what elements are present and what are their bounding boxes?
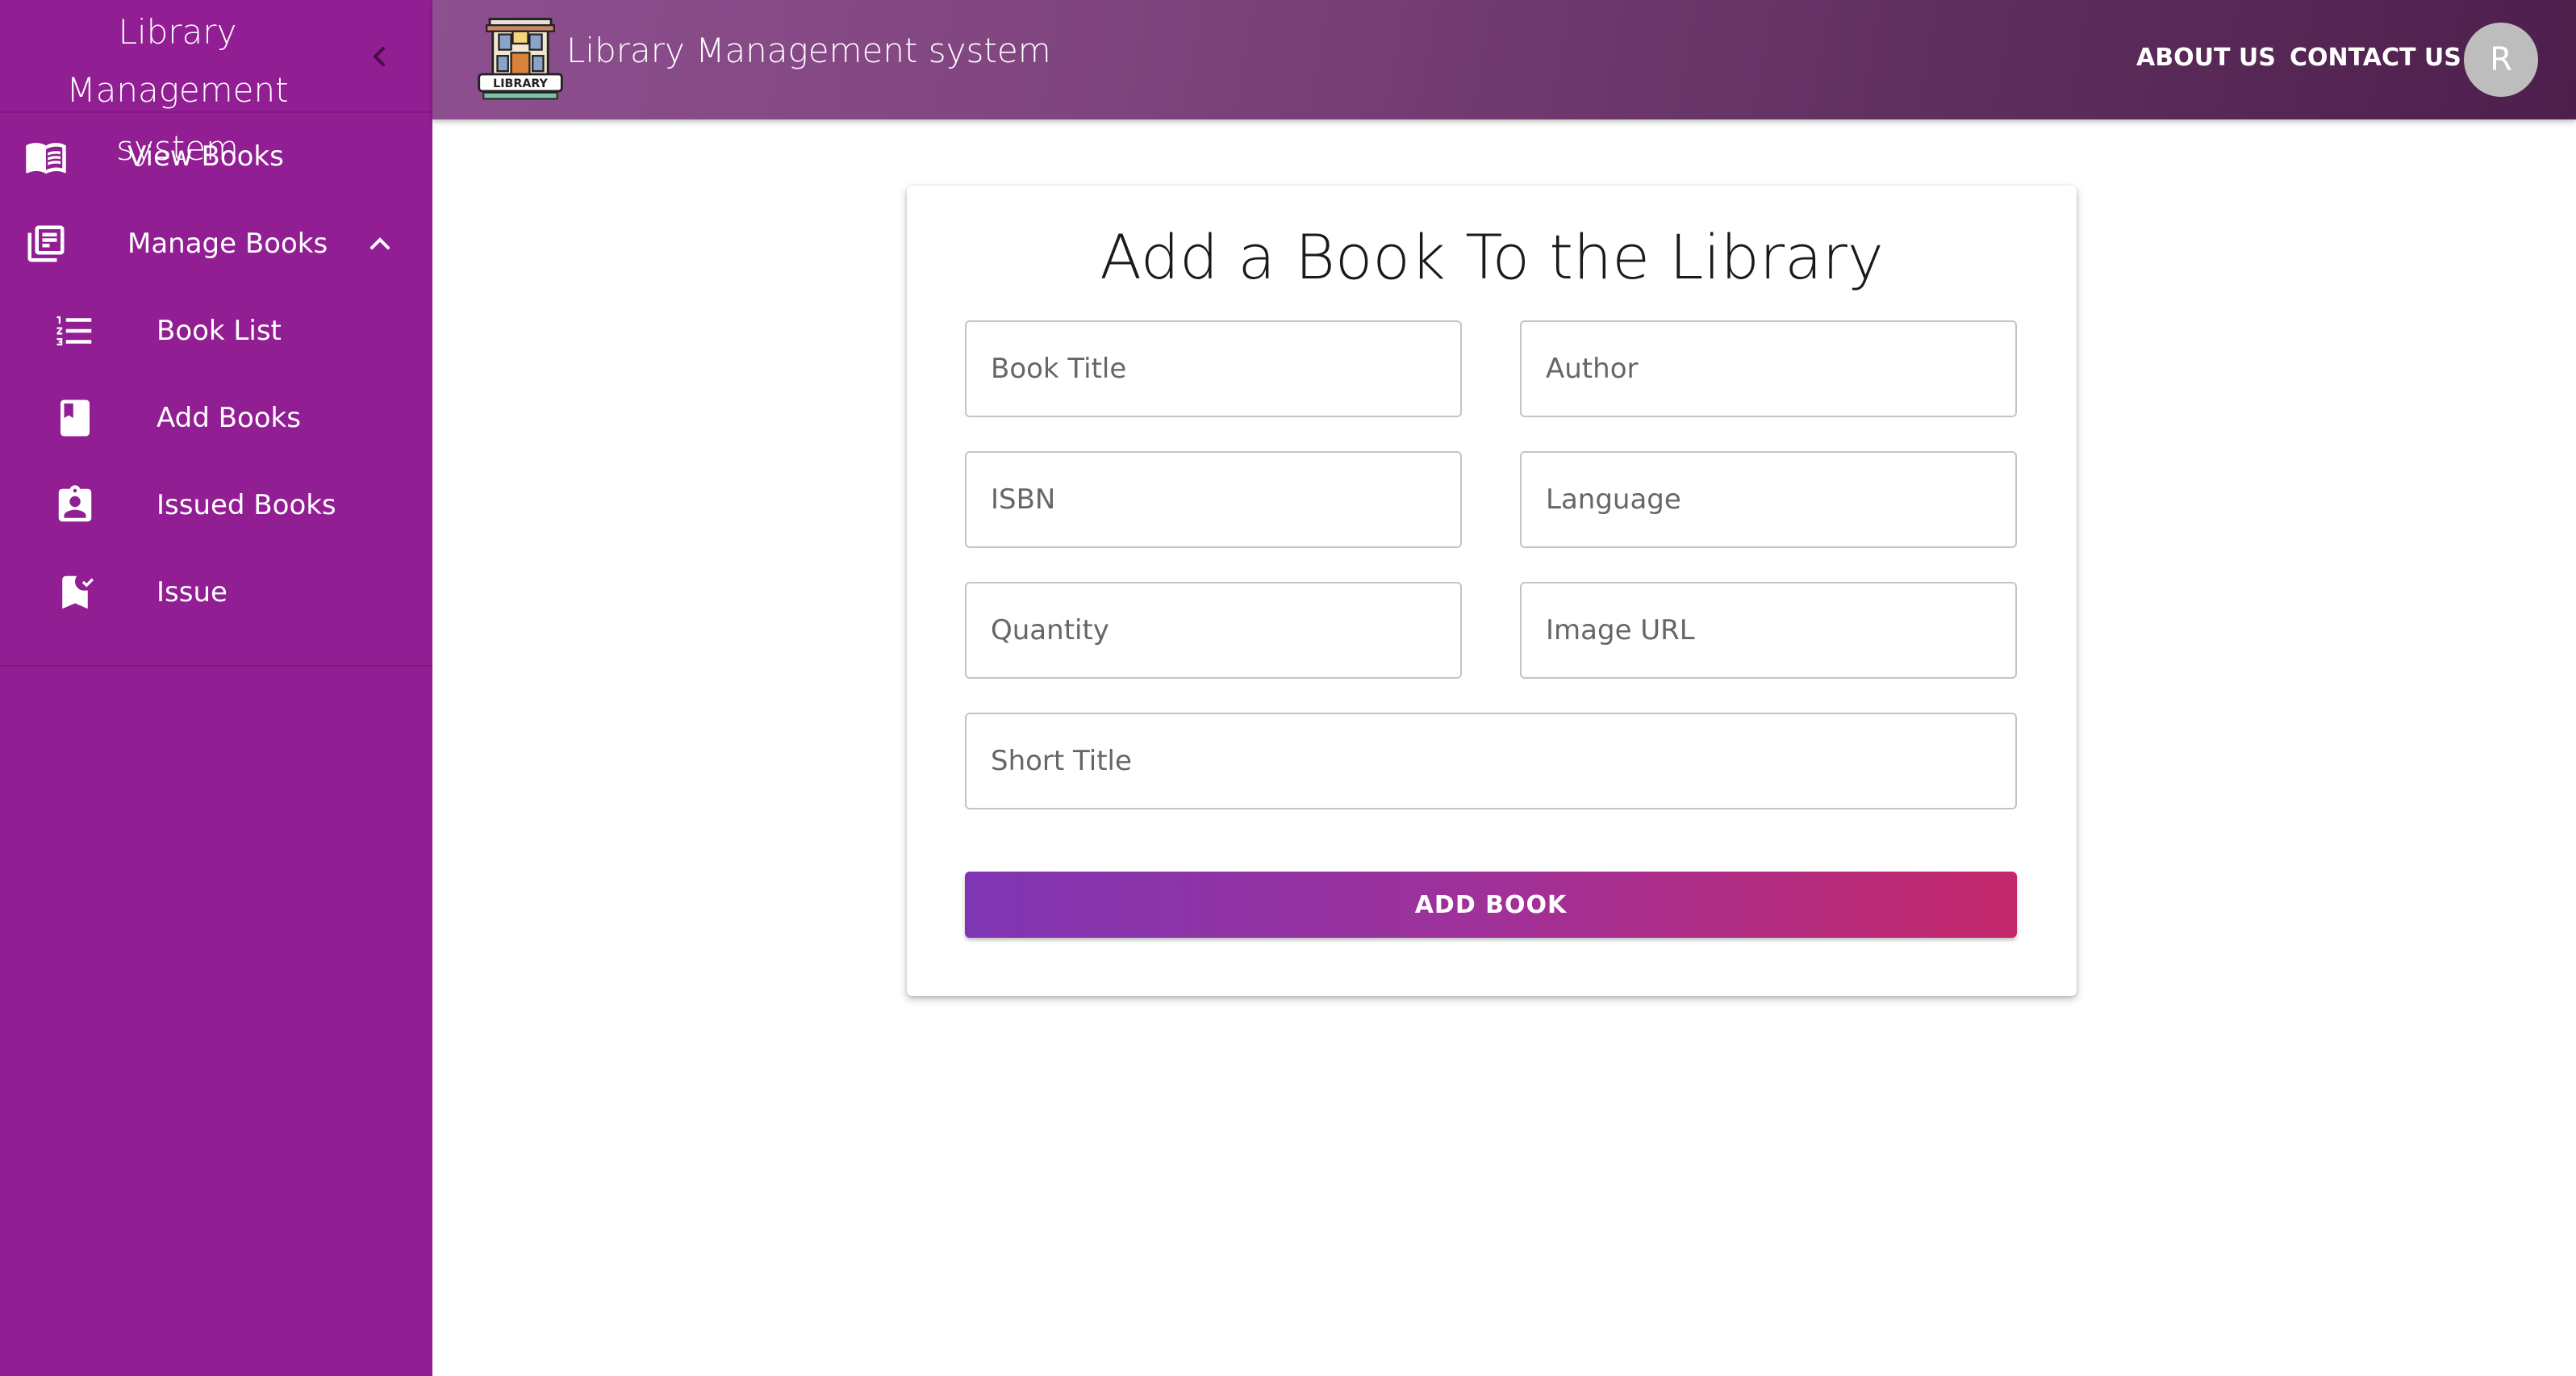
sidebar-item-manage-books[interactable]: Manage Books: [0, 200, 432, 287]
avatar[interactable]: R: [2464, 23, 2538, 97]
sidebar-item-issue[interactable]: Issue: [0, 549, 432, 636]
sidebar-item-label: Issued Books: [157, 489, 336, 521]
chevron-up-icon: [358, 222, 402, 266]
open-book-icon: [24, 135, 68, 178]
sidebar-item-label: Add Books: [157, 402, 301, 434]
image-url-input[interactable]: [1522, 583, 2015, 677]
sidebar-item-book-list[interactable]: Book List: [0, 287, 432, 374]
short-title-field[interactable]: [965, 713, 2017, 809]
sidebar-item-label: Book List: [157, 315, 282, 347]
short-title-input[interactable]: [967, 714, 2015, 808]
collapse-sidebar-button[interactable]: [355, 32, 403, 81]
sidebar-item-view-books[interactable]: View Books: [0, 113, 432, 200]
chevron-left-icon: [373, 47, 385, 66]
format-list-numbered-icon: [53, 309, 97, 353]
logo-text: LIBRARY: [493, 77, 548, 90]
add-book-card: Add a Book To the Library ADD BOOK: [907, 186, 2077, 996]
contact-us-link[interactable]: CONTACT US: [2290, 44, 2461, 72]
top-app-bar: LIBRARY Library Management system ABOUT …: [432, 0, 2576, 119]
sidebar-item-label: View Books: [127, 140, 284, 173]
library-books-icon: [24, 222, 68, 266]
library-logo: LIBRARY: [474, 13, 566, 105]
app-title: Library Management system: [566, 31, 1051, 70]
author-input[interactable]: [1522, 322, 2015, 416]
quantity-field[interactable]: [965, 582, 1462, 679]
assignment-ind-icon: [53, 483, 97, 527]
book-icon: [53, 396, 97, 440]
quantity-input[interactable]: [967, 583, 1460, 677]
sidebar-item-label: Issue: [157, 576, 228, 609]
language-field[interactable]: [1520, 451, 2017, 548]
bookmark-added-icon: [53, 571, 97, 614]
book-title-field[interactable]: [965, 320, 1462, 417]
sidebar-item-label: Manage Books: [127, 228, 328, 260]
isbn-input[interactable]: [967, 453, 1460, 546]
isbn-field[interactable]: [965, 451, 1462, 548]
form-title: Add a Book To the Library: [1100, 221, 1884, 293]
author-field[interactable]: [1520, 320, 2017, 417]
sidebar-item-issued-books[interactable]: Issued Books: [0, 462, 432, 549]
sidebar-header: Library Management system: [0, 0, 432, 168]
sidebar-divider: [0, 665, 432, 667]
sidebar: Library Management system View Books Man…: [0, 0, 432, 1376]
image-url-field[interactable]: [1520, 582, 2017, 679]
language-input[interactable]: [1522, 453, 2015, 546]
book-title-input[interactable]: [967, 322, 1460, 416]
sidebar-item-add-books[interactable]: Add Books: [0, 374, 432, 462]
about-us-link[interactable]: ABOUT US: [2136, 44, 2276, 72]
add-book-button[interactable]: ADD BOOK: [965, 872, 2017, 938]
